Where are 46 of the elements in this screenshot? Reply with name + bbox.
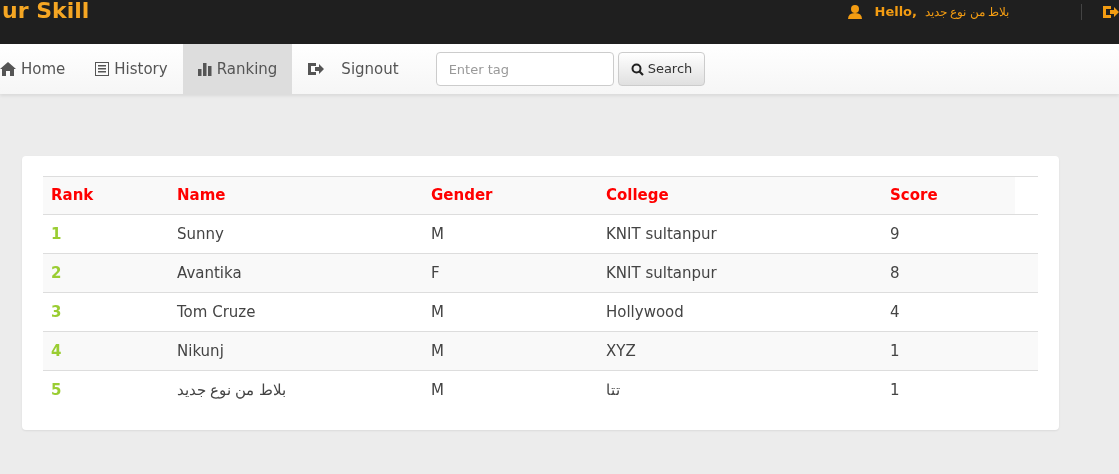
table-cell: Avantika — [169, 253, 423, 293]
column-header: Gender — [423, 176, 598, 215]
home-icon — [0, 62, 16, 76]
table-cell: 8 — [882, 253, 1015, 293]
table-cell: 1 — [882, 331, 1015, 371]
bar-chart-icon — [197, 62, 212, 76]
nav-tab[interactable]: Signout — [292, 44, 414, 94]
table-cell: Sunny — [169, 214, 423, 254]
table-cell: M — [423, 331, 598, 371]
nav-tab[interactable]: History — [80, 44, 183, 94]
table-cell: M — [423, 214, 598, 254]
table-cell: Nikunj — [169, 331, 423, 371]
table-cell: بلاط من نوع جديد — [169, 370, 423, 410]
list-icon — [95, 62, 110, 76]
tag-field[interactable]: Enter tag — [435, 52, 614, 86]
user-icon — [846, 5, 863, 19]
nav-tab[interactable]: Ranking — [182, 44, 293, 94]
search-icon — [630, 62, 644, 76]
column-header: Name — [169, 176, 423, 215]
column-header: Rank — [43, 176, 169, 215]
column-header: Score — [882, 176, 1015, 215]
rank-cell: 5 — [43, 370, 169, 410]
table-cell: KNIT sultanpur — [598, 253, 882, 293]
table-cell: M — [423, 292, 598, 332]
user-name: بلاط من نوع جديد — [925, 4, 1009, 21]
table-cell: 4 — [882, 292, 1015, 332]
table-cell: XYZ — [598, 331, 882, 371]
greeting-text: Hello, — [874, 3, 917, 22]
table-cell: 1 — [882, 370, 1015, 410]
table-cell: Hollywood — [598, 292, 882, 332]
rank-cell: 3 — [43, 292, 169, 332]
rank-cell: 4 — [43, 331, 169, 371]
rank-cell: 1 — [43, 214, 169, 254]
column-header: College — [598, 176, 882, 215]
search-button[interactable]: Search — [617, 52, 706, 86]
table-cell: KNIT sultanpur — [598, 214, 882, 254]
table-cell: Tom Cruze — [169, 292, 423, 332]
rank-cell: 2 — [43, 253, 169, 293]
brand-logo[interactable]: ur Skill — [2, 0, 90, 22]
nav-tab[interactable]: Home — [0, 44, 81, 94]
signout-icon[interactable] — [1102, 5, 1119, 19]
table-cell: تتا — [598, 370, 882, 410]
signout-icon — [307, 62, 325, 76]
table-cell: 9 — [882, 214, 1015, 254]
table-cell: M — [423, 370, 598, 410]
table-cell: F — [423, 253, 598, 293]
